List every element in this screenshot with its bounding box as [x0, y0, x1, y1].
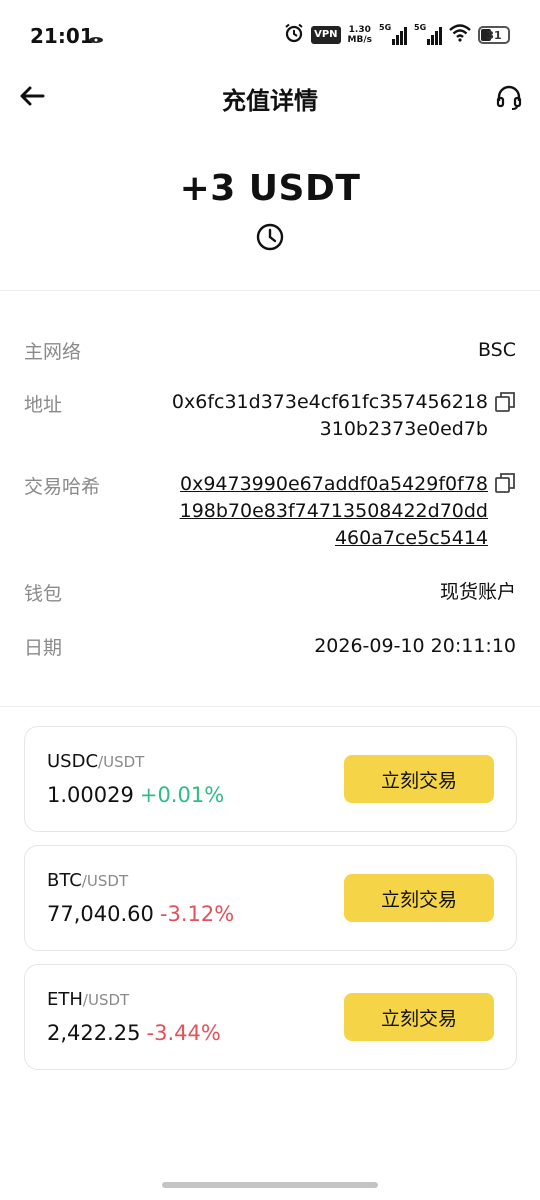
- clock-icon: [255, 222, 285, 252]
- home-indicator[interactable]: [162, 1182, 378, 1188]
- address-label: 地址: [24, 394, 63, 416]
- divider: [0, 290, 540, 291]
- notification-icon: [88, 30, 104, 49]
- copy-icon: [495, 392, 515, 412]
- market-card-eth[interactable]: ETH/USDT 2,422.25 -3.44% 立刻交易: [24, 964, 517, 1070]
- speed-value: 1.30: [348, 25, 371, 35]
- divider: [0, 706, 540, 707]
- status-bar: 21:01 VPN 1.30 MB/s 5G 5G 31: [0, 0, 540, 72]
- header: 充值详情: [0, 72, 540, 122]
- copy-address-button[interactable]: [494, 391, 518, 415]
- signal-icon-2: 5G: [414, 23, 442, 45]
- copy-icon: [495, 473, 515, 493]
- alarm-icon: [284, 23, 304, 47]
- copy-hash-button[interactable]: [494, 472, 518, 496]
- price-change: -3.44%: [146, 1021, 221, 1045]
- signal-icon: 5G: [379, 23, 407, 45]
- hash-value-link[interactable]: 0x9473990e67addf0a5429f0f78198b70e83f747…: [168, 471, 488, 552]
- price: 2,422.25: [47, 1021, 141, 1045]
- network-label: 主网络: [24, 341, 82, 363]
- trade-now-button[interactable]: 立刻交易: [344, 993, 494, 1041]
- sim2-label: 5G: [414, 23, 427, 32]
- market-card-btc[interactable]: BTC/USDT 77,040.60 -3.12% 立刻交易: [24, 845, 517, 951]
- trade-now-button[interactable]: 立刻交易: [344, 874, 494, 922]
- price: 77,040.60: [47, 902, 154, 926]
- price: 1.00029: [47, 783, 134, 807]
- support-button[interactable]: [492, 80, 526, 114]
- date-value: 2026-09-10 20:11:10: [314, 635, 516, 657]
- trading-pair: BTC/USDT: [47, 870, 128, 891]
- wallet-label: 钱包: [24, 583, 63, 605]
- page-title: 充值详情: [222, 87, 318, 115]
- price-line: 77,040.60 -3.12%: [47, 902, 234, 926]
- address-value: 0x6fc31d373e4cf61fc357456218310b2373e0ed…: [171, 391, 488, 440]
- battery-icon: 31: [478, 26, 510, 44]
- wallet-value: 现货账户: [439, 581, 516, 603]
- date-label: 日期: [24, 637, 63, 659]
- price-line: 1.00029 +0.01%: [47, 783, 224, 807]
- price-line: 2,422.25 -3.44%: [47, 1021, 221, 1045]
- base-symbol: ETH: [47, 989, 83, 1010]
- headset-icon: [496, 85, 522, 110]
- base-symbol: BTC: [47, 870, 82, 891]
- status-indicators: VPN 1.30 MB/s 5G 5G 31: [284, 22, 510, 48]
- deposit-amount: +3 USDT: [179, 168, 361, 209]
- market-card-usdc[interactable]: USDC/USDT 1.00029 +0.01% 立刻交易: [24, 726, 517, 832]
- hash-label: 交易哈希: [24, 476, 101, 498]
- quote-symbol: /USDT: [98, 753, 145, 771]
- trading-pair: USDC/USDT: [47, 751, 144, 772]
- network-speed: 1.30 MB/s: [348, 25, 372, 45]
- battery-level: 31: [486, 28, 502, 42]
- network-value: BSC: [477, 339, 516, 361]
- trade-now-button[interactable]: 立刻交易: [344, 755, 494, 803]
- quote-symbol: /USDT: [82, 991, 130, 1009]
- quote-symbol: /USDT: [81, 872, 129, 890]
- trading-pair: ETH/USDT: [47, 989, 129, 1010]
- base-symbol: USDC: [47, 751, 99, 772]
- sim1-label: 5G: [379, 23, 392, 32]
- price-change: -3.12%: [159, 902, 235, 926]
- vpn-icon: VPN: [311, 26, 341, 44]
- status-time: 21:01: [30, 24, 94, 48]
- wifi-icon: [449, 24, 471, 46]
- speed-unit: MB/s: [347, 35, 372, 45]
- price-change: +0.01%: [139, 783, 225, 807]
